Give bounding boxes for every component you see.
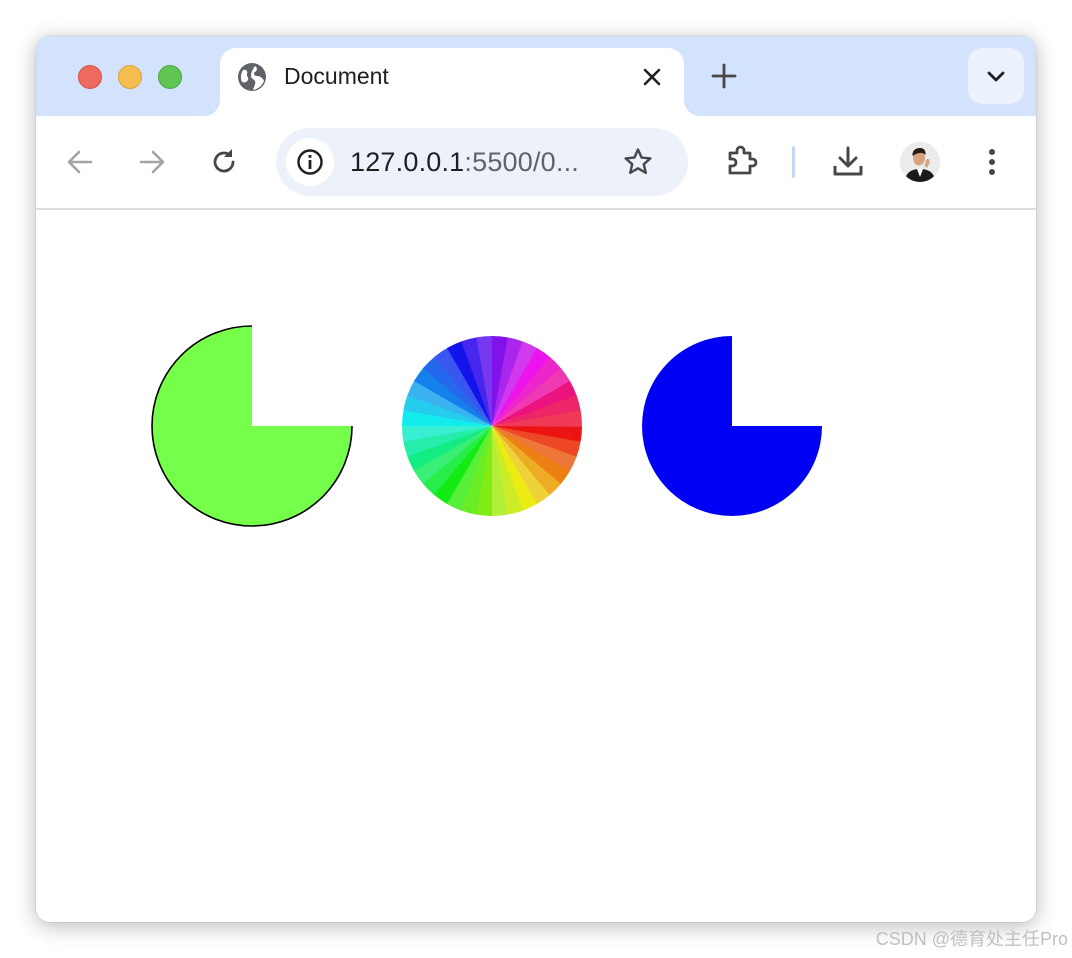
maximize-window-button[interactable] (158, 65, 182, 89)
address-bar[interactable]: 127.0.0.1:5500/0... (276, 128, 688, 196)
close-icon[interactable] (640, 65, 664, 89)
page-content (36, 210, 1036, 922)
url-rest: :5500/0... (464, 147, 579, 177)
puzzle-icon[interactable] (724, 144, 760, 180)
tab-title: Document (284, 63, 389, 89)
chevron-down-icon (987, 71, 1005, 82)
info-icon (297, 149, 323, 175)
url-text[interactable]: 127.0.0.1:5500/0... (350, 147, 579, 178)
toolbar: 127.0.0.1:5500/0... (36, 116, 1036, 210)
download-icon[interactable] (830, 144, 866, 180)
tab-document[interactable]: Document (220, 48, 684, 120)
minimize-window-button[interactable] (118, 65, 142, 89)
arrow-left-icon[interactable] (64, 146, 96, 178)
toolbar-divider (792, 146, 795, 178)
watermark: CSDN @德育处主任Pro (875, 929, 1068, 949)
color-wheel (401, 335, 583, 517)
site-info-button[interactable] (286, 138, 334, 186)
browser-window: Document 127.0.0.1:5500/0... (36, 36, 1036, 922)
globe-icon (238, 63, 266, 91)
green-three-quarter-circle (152, 326, 352, 526)
tab-search-button[interactable] (968, 48, 1024, 104)
profile-avatar[interactable] (900, 142, 940, 182)
canvas-drawing (151, 325, 822, 527)
arrow-right-icon[interactable] (136, 146, 168, 178)
tab-strip: Document (36, 36, 1036, 120)
url-host: 127.0.0.1 (350, 147, 465, 177)
plus-icon[interactable] (710, 62, 738, 90)
star-icon[interactable] (622, 146, 654, 178)
kebab-menu-icon[interactable] (976, 144, 1008, 180)
avatar-image (900, 142, 940, 182)
close-window-button[interactable] (78, 65, 102, 89)
blue-three-quarter-circle (642, 336, 822, 516)
reload-icon[interactable] (208, 146, 240, 178)
